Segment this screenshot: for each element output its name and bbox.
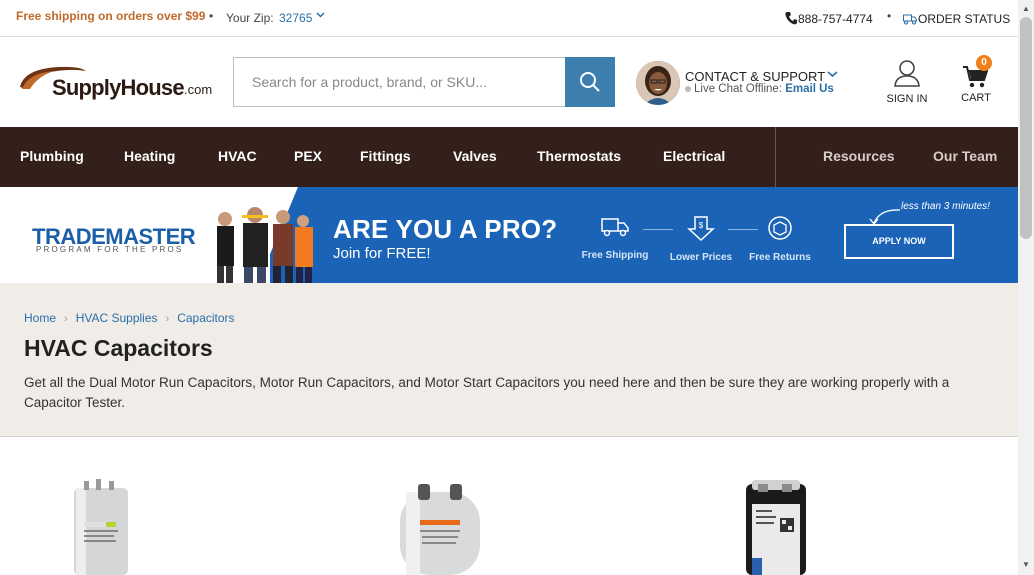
breadcrumb: Home › HVAC Supplies › Capacitors	[24, 311, 235, 325]
support-agent-avatar	[636, 61, 680, 105]
feature-free-shipping: Free Shipping	[575, 215, 655, 261]
order-status-link[interactable]: ORDER STATUS	[918, 12, 1010, 26]
nav-item-pex[interactable]: PEX	[294, 148, 322, 164]
phone-number[interactable]: 888-757-4774	[798, 12, 873, 26]
scroll-down-arrow-icon[interactable]: ▼	[1022, 560, 1030, 569]
nav-item-thermostats[interactable]: Thermostats	[537, 148, 621, 164]
cart-count-badge: 0	[976, 55, 992, 71]
separator-dot: •	[887, 9, 892, 23]
banner-headline: ARE YOU A PRO?	[333, 214, 558, 244]
return-box-icon	[768, 216, 792, 240]
breadcrumb-capacitors[interactable]: Capacitors	[177, 311, 234, 325]
zip-value[interactable]: 32765	[279, 11, 312, 25]
logo-text: SupplyHouse	[52, 75, 185, 100]
product-grid	[0, 438, 1018, 575]
category-header: Home › HVAC Supplies › Capacitors HVAC Capac…	[0, 283, 1018, 437]
sign-in-button[interactable]: SIGN IN	[882, 59, 932, 107]
nav-item-our-team[interactable]: Our Team	[933, 148, 997, 164]
nav-item-fittings[interactable]: Fittings	[360, 148, 411, 164]
user-icon	[894, 60, 920, 87]
feature-free-returns: Free Returns	[740, 215, 820, 263]
chevron-right-icon: ›	[64, 313, 68, 325]
logo-suffix: .com	[184, 82, 213, 97]
page-title: HVAC Capacitors	[24, 335, 213, 361]
nav-item-hvac[interactable]: HVAC	[218, 148, 257, 164]
trademaster-tagline: PROGRAM FOR THE PROS	[36, 245, 184, 254]
nav-divider	[775, 127, 776, 187]
top-utility-bar: Free shipping on orders over $99 • Your …	[0, 0, 1018, 37]
pros-group-image	[217, 207, 313, 283]
apply-time-note: less than 3 minutes!	[901, 201, 990, 212]
start-capacitor-image[interactable]	[744, 478, 808, 575]
offline-dot-icon	[685, 85, 691, 92]
chevron-right-icon: ›	[165, 313, 170, 325]
nav-item-heating[interactable]: Heating	[124, 148, 175, 164]
cart-label: CART	[961, 92, 991, 104]
category-description: Get all the Dual Motor Run Capacitors, M…	[24, 375, 950, 410]
live-chat-status: Live Chat Offline: Email Us	[685, 83, 834, 95]
search-bar	[233, 57, 615, 107]
price-tag-icon: $	[687, 216, 715, 242]
chevron-down-icon[interactable]	[316, 8, 325, 25]
search-button[interactable]	[565, 57, 615, 107]
sign-in-label: SIGN IN	[886, 93, 928, 105]
svg-text:$: $	[699, 221, 704, 230]
search-icon	[580, 72, 600, 92]
nav-item-valves[interactable]: Valves	[453, 148, 497, 164]
phone-icon	[785, 11, 797, 25]
contact-support[interactable]: CONTACT & SUPPORT Live Chat Offline: Ema…	[636, 61, 856, 107]
cart-button[interactable]: 0 CART	[954, 55, 998, 107]
contact-support-title[interactable]: CONTACT & SUPPORT	[685, 69, 825, 84]
page-scrollbar[interactable]: ▲ ▼	[1018, 0, 1034, 575]
search-input[interactable]	[234, 58, 565, 106]
trademaster-banner[interactable]: TRADEMASTER PROGRAM FOR THE PROS ARE YOU…	[0, 187, 1018, 283]
scrollbar-thumb[interactable]	[1020, 17, 1032, 239]
supplyhouse-logo[interactable]: SupplyHouse .com	[18, 65, 213, 103]
email-us-link[interactable]: Email Us	[785, 83, 834, 95]
truck-icon	[601, 218, 629, 237]
feature-label: Free Shipping	[581, 250, 649, 261]
apply-now-button[interactable]: APPLY NOW	[844, 224, 954, 259]
nav-item-plumbing[interactable]: Plumbing	[20, 148, 84, 164]
nav-item-electrical[interactable]: Electrical	[663, 148, 725, 164]
zip-label: Your Zip:	[226, 11, 274, 25]
live-chat-label: Live Chat Offline:	[694, 83, 783, 95]
breadcrumb-hvac-supplies[interactable]: HVAC Supplies	[76, 311, 158, 325]
free-shipping-promo[interactable]: Free shipping on orders over $99	[16, 9, 205, 23]
banner-subheadline: Join for FREE!	[333, 245, 431, 262]
feature-label: Free Returns	[749, 252, 811, 263]
scroll-up-arrow-icon[interactable]: ▲	[1022, 4, 1030, 13]
chevron-down-icon[interactable]	[827, 67, 838, 84]
feature-label: Lower Prices	[669, 252, 733, 263]
nav-item-resources[interactable]: Resources	[823, 148, 895, 164]
separator-dot: •	[209, 9, 214, 23]
truck-icon	[903, 12, 917, 25]
oval-capacitor-image[interactable]	[396, 478, 484, 575]
main-navigation: Plumbing Heating HVAC PEX Fittings Valve…	[0, 127, 1018, 187]
dual-capacitor-image[interactable]	[70, 478, 132, 575]
site-header: SupplyHouse .com CONTACT & SUPPORT Live …	[0, 37, 1018, 127]
breadcrumb-home[interactable]: Home	[24, 311, 56, 325]
feature-lower-prices: $ Lower Prices	[661, 215, 741, 263]
